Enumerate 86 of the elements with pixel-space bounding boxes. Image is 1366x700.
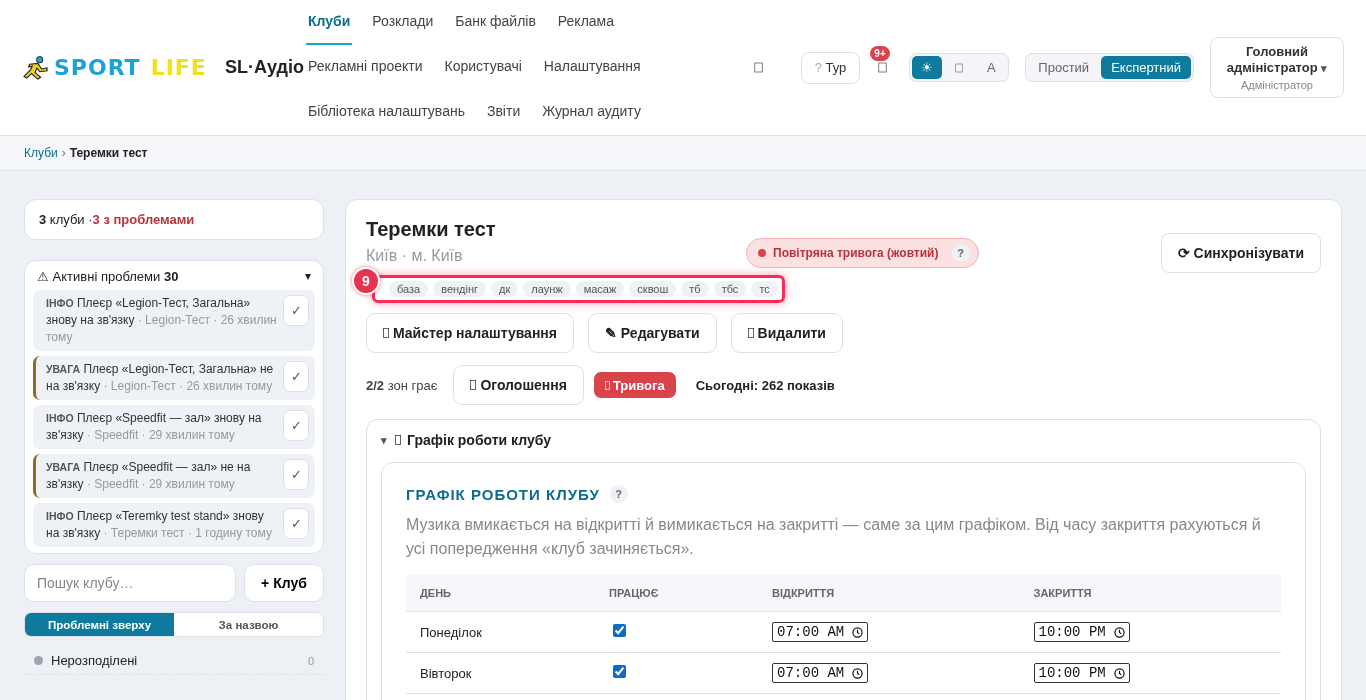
number-marker: 9 (352, 267, 380, 295)
column-header: ЗАКРИТТЯ (1019, 575, 1281, 612)
nav-link[interactable]: Користувачі (442, 44, 524, 90)
add-club-button[interactable]: + Клуб (244, 564, 324, 602)
action-button[interactable]: ✎ Редагувати (587, 313, 717, 353)
acknowledge-button[interactable]: ✓ (283, 410, 309, 441)
nav-link[interactable]: Банк файлів (453, 0, 538, 45)
nav-link[interactable]: Журнал аудиту (540, 89, 643, 135)
problems-title: ⚠ Активні проблеми 30 (37, 269, 179, 284)
acknowledge-button[interactable]: ✓ (283, 508, 309, 539)
zones-status: 2/2 зон грає (366, 377, 438, 393)
breadcrumb-separator: › (61, 146, 66, 160)
nav-link[interactable]: Клуби (306, 0, 353, 45)
club-title: Теремки тест (366, 218, 497, 241)
help-button[interactable]: ? (951, 244, 970, 262)
group-name[interactable]: Нерозподілені (51, 653, 138, 668)
problem-count: 3 з проблемами (92, 212, 195, 227)
nav-link[interactable]: Рекламні проекти (306, 44, 425, 90)
time-field[interactable]: 07:00 AM (772, 622, 869, 642)
alarm-button[interactable]: Тривога (593, 372, 676, 398)
column-header: ВІДКРИТТЯ (758, 575, 1020, 612)
help-button[interactable]: ? (609, 485, 628, 503)
problem-text: УВАГА Плеєр «Speedfit — зал» не на зв'язку · Speedfit · 29 хвилин тому (46, 459, 252, 493)
acknowledge-button[interactable]: ✓ (283, 361, 309, 392)
sync-button[interactable]: ⟳ Синхронізувати (1160, 233, 1321, 273)
column-header: ПРАЦЮЄ (595, 575, 759, 612)
day-cell: Понеділок (406, 611, 596, 653)
action-button[interactable]: Майстер налаштування (366, 313, 574, 353)
tag: тб (681, 281, 709, 297)
day-cell: Вівторок (406, 652, 596, 694)
breadcrumb-link[interactable]: Клуби (24, 146, 58, 160)
time-field[interactable]: 07:00 AM (772, 663, 869, 683)
section-title[interactable]: Графік роботи клубу (407, 432, 551, 448)
nav-link[interactable]: Розклади (370, 0, 436, 45)
acknowledge-button[interactable]: ✓ (283, 459, 309, 490)
notification-badge: 9+ (870, 46, 890, 61)
tag: дк (491, 281, 519, 297)
tag: лаунж (523, 281, 571, 297)
collapse-caret-icon[interactable]: ▾ (381, 433, 387, 447)
app-name: SL·Аудіо (224, 57, 304, 78)
clock-icon[interactable] (852, 667, 864, 679)
sort-button[interactable]: Проблемні зверху (25, 613, 174, 636)
club-location: Київ · м. Київ (366, 247, 464, 265)
working-checkbox[interactable] (613, 665, 627, 678)
clock-icon[interactable] (1113, 626, 1125, 638)
alert-text: Повітряна тривога (жовтий) (773, 246, 939, 260)
tag: тбс (713, 281, 747, 297)
runner-logo-icon (22, 55, 50, 80)
tag: база (389, 281, 429, 297)
mode-button[interactable]: Експертний (1101, 56, 1191, 79)
club-count: 3 клуби · (39, 212, 93, 227)
time-field[interactable]: 10:00 PM (1033, 663, 1130, 683)
logo-text: LIFE (150, 55, 207, 80)
clock-icon[interactable] (852, 626, 864, 638)
tag: тс (751, 281, 778, 297)
tour-button[interactable]: ? Тур (800, 51, 861, 84)
clock-icon[interactable] (1113, 667, 1125, 679)
today-plays: Сьогодні: 262 показів (695, 377, 835, 393)
schedule-description: Музика вмикається на відкритті й вимикається на закритті — саме за цим графіком. Від часу закриття рахуються й усі попередження «клуб зачиняється». (406, 515, 1262, 559)
schedule-heading: ГРАФІК РОБОТИ КЛУБУ (406, 485, 600, 503)
acknowledge-button[interactable]: ✓ (283, 295, 309, 326)
action-button[interactable]: Видалити (730, 313, 843, 353)
problem-text: ІНФО Плеєр «Legion-Тест, Загальна» знову на зв'язку · Legion-Тест · 26 хвилин тому (46, 295, 277, 346)
nav-link[interactable]: Реклама (555, 0, 617, 45)
nav-link[interactable]: Бібліотека налаштувань (306, 89, 467, 135)
breadcrumb-current: Теремки тест (69, 146, 148, 160)
column-header: ДЕНЬ (406, 575, 596, 612)
tag: сквош (629, 281, 677, 297)
problem-text: УВАГА Плеєр «Legion-Тест, Загальна» не на зв'язку · Legion-Тест · 26 хвилин тому (46, 361, 275, 395)
nav-link[interactable]: Звіти (484, 89, 523, 135)
collapse-caret-icon[interactable]: ▾ (305, 269, 311, 284)
group-count: 0 (307, 654, 314, 667)
logo-text: SPORT (54, 55, 141, 80)
nav-link[interactable]: Налаштування (541, 44, 643, 90)
tag: масаж (575, 281, 625, 297)
mode-button[interactable]: Простий (1028, 56, 1100, 79)
user-menu[interactable]: Головний адміністратор ▾ Адміністратор (1210, 37, 1344, 98)
time-field[interactable]: 10:00 PM (1033, 622, 1130, 642)
tag: вендінг (433, 281, 487, 297)
search-field[interactable]: Пошук клубу… (24, 564, 236, 602)
theme-button[interactable]: A (976, 56, 1007, 79)
problem-text: ІНФО Плеєр «Speedfit — зал» знову на зв'язку · Speedfit · 29 хвилин тому (46, 410, 263, 444)
announcement-button[interactable]: Оголошення (453, 365, 584, 405)
theme-button[interactable]: ☀ (912, 56, 943, 79)
working-checkbox[interactable] (613, 624, 627, 637)
problem-text: ІНФО Плеєр «Teremky test stand» знову на зв'язку · Теремки тест · 1 годину тому (46, 508, 273, 542)
